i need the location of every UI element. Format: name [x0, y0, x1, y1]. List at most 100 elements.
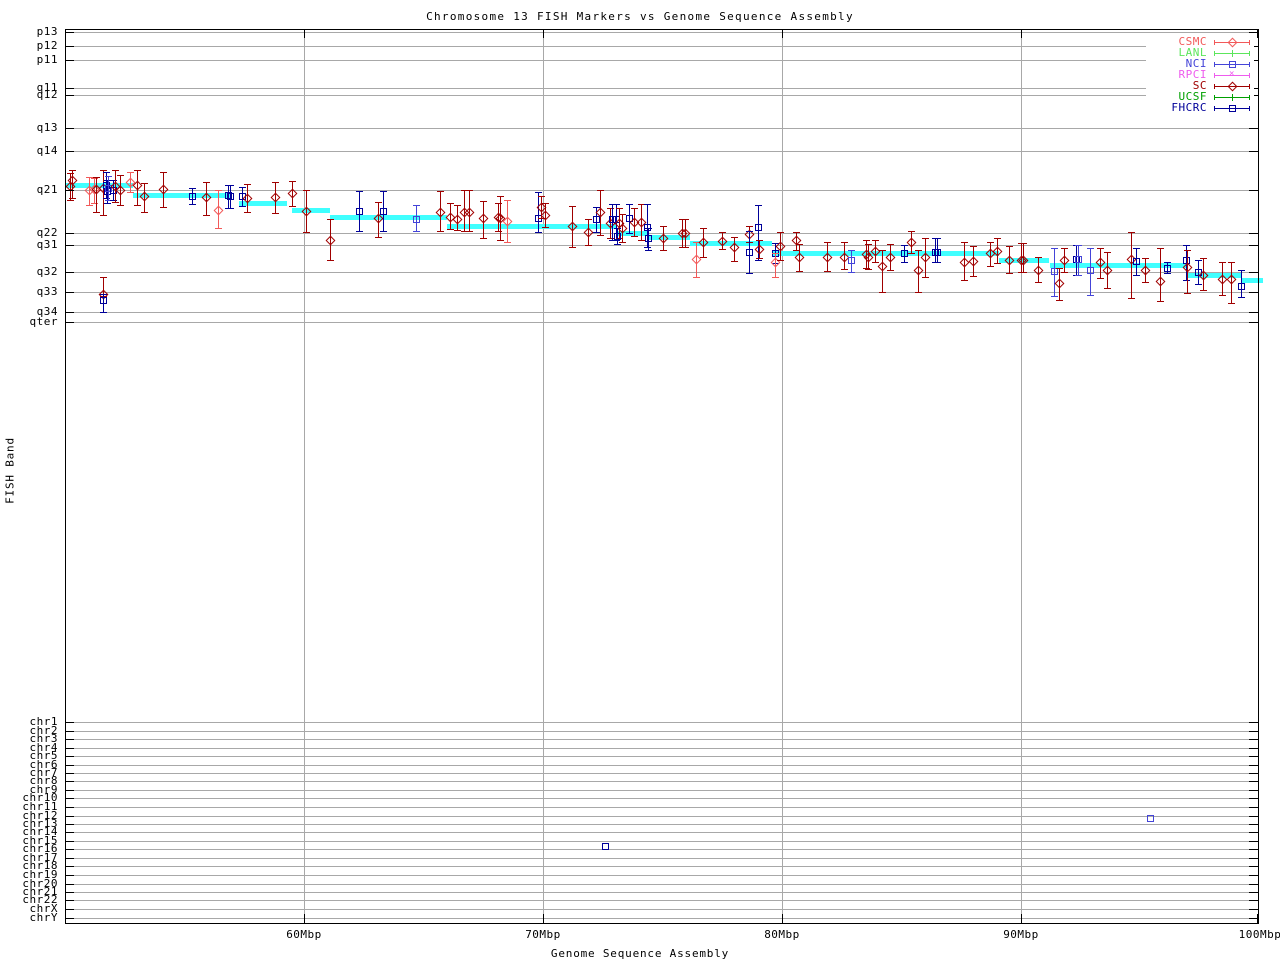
axis-tick	[1249, 807, 1258, 808]
axis-tick	[1249, 884, 1258, 885]
y-tick-label: p11	[36, 53, 58, 66]
axis-tick	[1249, 773, 1258, 774]
x-tick-label: 70Mbp	[525, 928, 561, 941]
x-tick-label: 90Mbp	[1003, 928, 1039, 941]
axis-tick	[1021, 29, 1022, 38]
y-tick-label: qter	[29, 315, 58, 328]
axis-tick	[65, 875, 74, 876]
legend-sample-cap	[1214, 51, 1215, 56]
legend-sample-cap	[1214, 84, 1215, 89]
axis-tick	[65, 832, 74, 833]
legend-sample-cap	[1249, 62, 1250, 67]
legend-sample-cap	[1249, 73, 1250, 78]
axis-tick	[1249, 824, 1258, 825]
axis-tick	[1249, 245, 1258, 246]
axis-tick	[1249, 748, 1258, 749]
axis-tick	[65, 807, 74, 808]
plot-frame	[65, 29, 1259, 924]
legend-sample-cap	[1214, 95, 1215, 100]
legend-sample-cap	[1214, 40, 1215, 45]
axis-tick	[782, 29, 783, 38]
axis-tick	[65, 781, 74, 782]
axis-tick	[782, 914, 783, 923]
axis-tick	[1249, 272, 1258, 273]
axis-tick	[1249, 892, 1258, 893]
axis-tick	[543, 914, 544, 923]
axis-tick	[543, 29, 544, 38]
chart-canvas: Chromosome 13 FISH Markers vs Genome Seq…	[0, 0, 1280, 960]
x-tick-label: 80Mbp	[764, 928, 800, 941]
axis-tick	[1249, 781, 1258, 782]
y-tick-label: q32	[36, 265, 58, 278]
legend-sample-cap	[1214, 62, 1215, 67]
axis-tick	[1021, 914, 1022, 923]
axis-tick	[1249, 739, 1258, 740]
axis-tick	[65, 892, 74, 893]
axis-tick	[304, 914, 305, 923]
axis-tick	[1249, 790, 1258, 791]
axis-tick	[1249, 151, 1258, 152]
axis-tick	[65, 322, 74, 323]
axis-tick	[65, 849, 74, 850]
legend-sample-cap	[1249, 106, 1250, 111]
axis-tick	[65, 722, 74, 723]
axis-tick	[65, 765, 74, 766]
legend-sample-cap	[1214, 106, 1215, 111]
axis-tick	[65, 841, 74, 842]
axis-tick	[65, 739, 74, 740]
legend-marker-tick	[1232, 94, 1233, 101]
legend-sample-cap	[1214, 73, 1215, 78]
axis-tick	[1257, 914, 1258, 923]
plot-area: p13 p12 p11 q11 q12 q13 q14 q21 q22 q31 q32 q33 q34 q…	[0, 0, 1280, 960]
axis-tick	[1249, 292, 1258, 293]
legend-item-fhcrc-label: FHCRC	[1171, 101, 1207, 114]
x-tick-label: 60Mbp	[286, 928, 322, 941]
axis-tick	[1249, 322, 1258, 323]
legend-marker-square	[1229, 61, 1236, 68]
axis-tick	[65, 900, 74, 901]
axis-tick	[1249, 841, 1258, 842]
axis-tick	[65, 816, 74, 817]
y-tick-label: q31	[36, 238, 58, 251]
axis-tick	[1249, 190, 1258, 191]
y-tick-label: q33	[36, 285, 58, 298]
axis-tick	[65, 909, 74, 910]
axis-tick	[1249, 722, 1258, 723]
axis-tick	[65, 95, 74, 96]
axis-tick	[65, 884, 74, 885]
axis-tick	[1249, 816, 1258, 817]
axis-tick	[65, 748, 74, 749]
axis-tick	[65, 798, 74, 799]
axis-tick	[65, 32, 74, 33]
axis-tick	[1257, 29, 1258, 38]
axis-tick	[65, 918, 74, 919]
axis-tick	[65, 731, 74, 732]
axis-tick	[65, 858, 74, 859]
axis-tick	[1249, 858, 1258, 859]
axis-tick	[65, 866, 74, 867]
axis-tick	[1249, 312, 1258, 313]
axis-tick	[1249, 866, 1258, 867]
axis-tick	[65, 773, 74, 774]
axis-tick	[1249, 765, 1258, 766]
y-tick-label: q14	[36, 144, 58, 157]
axis-tick	[65, 292, 74, 293]
axis-tick	[65, 233, 74, 234]
axis-tick	[65, 312, 74, 313]
axis-tick	[65, 272, 74, 273]
y-tick-label: q12	[36, 88, 58, 101]
axis-tick	[1249, 756, 1258, 757]
axis-tick	[65, 824, 74, 825]
axis-tick	[65, 245, 74, 246]
axis-tick	[304, 29, 305, 38]
axis-tick	[1249, 909, 1258, 910]
legend-marker-tick	[1232, 50, 1233, 57]
axis-tick	[1249, 233, 1258, 234]
axis-tick	[1249, 900, 1258, 901]
axis-tick	[65, 151, 74, 152]
legend-marker-cross: ×	[1229, 69, 1235, 79]
axis-tick	[65, 88, 74, 89]
legend-sample-cap	[1249, 84, 1250, 89]
axis-tick	[65, 60, 74, 61]
y-tick-label: q13	[36, 121, 58, 134]
